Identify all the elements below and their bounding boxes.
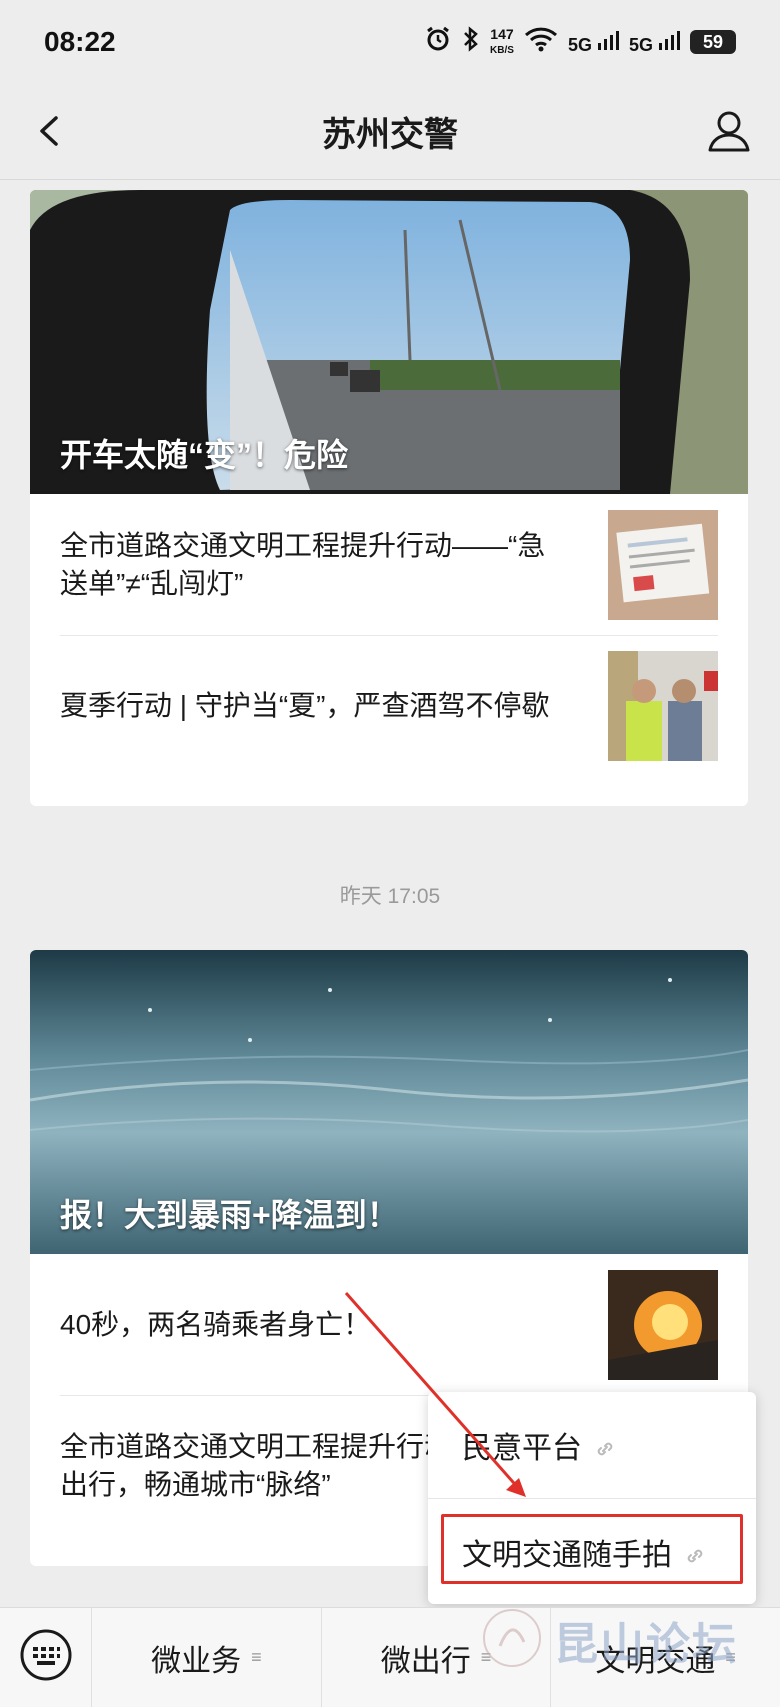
profile-icon[interactable] bbox=[702, 104, 756, 158]
menu-tab-label: 微业务 bbox=[151, 1644, 242, 1678]
timestamp: 昨天 17:05 bbox=[339, 885, 441, 908]
menu-lines-icon: ≡ bbox=[480, 1647, 492, 1667]
menu-lines-icon: ≡ bbox=[725, 1647, 736, 1667]
article-title: 夏季行动 | 守护当“夏”，严查酒驾不停歇 bbox=[60, 690, 550, 721]
highlight-box bbox=[441, 1514, 743, 1584]
menu-tab-business[interactable]: 微业务 ≡ bbox=[92, 1608, 321, 1707]
article-thumbnail bbox=[608, 1269, 718, 1380]
nav-bar: 苏州交警 bbox=[0, 84, 780, 180]
network-speed-value: 147 bbox=[490, 25, 514, 42]
article-title: 40秒，两名骑乘者身亡！ bbox=[60, 1308, 372, 1340]
article-card: 开车太随“变”！危险 全市道路交通文明工程提升行动——“急送单”≠“乱闯灯” 夏… bbox=[30, 190, 748, 806]
list-item[interactable]: 全市道路交通文明工程提升行动——“急送单”≠“乱闯灯” bbox=[60, 494, 718, 635]
article-thumbnail bbox=[608, 509, 718, 620]
page-title: 苏州交警 bbox=[322, 116, 458, 154]
keyboard-icon bbox=[19, 1628, 73, 1687]
list-item[interactable]: 40秒，两名骑乘者身亡！ bbox=[60, 1254, 718, 1395]
menu-item-label: 民意平台 bbox=[462, 1432, 582, 1465]
signal-1-label: 5G bbox=[567, 34, 592, 55]
status-bar: 08:22 147 KB/S 5G 5G 59 bbox=[0, 0, 780, 84]
keyboard-toggle-button[interactable] bbox=[0, 1607, 92, 1707]
menu-tab-label: 微出行 bbox=[380, 1644, 471, 1678]
network-speed-unit: KB/S bbox=[490, 44, 514, 56]
back-arrow-icon[interactable] bbox=[26, 106, 76, 156]
hero-article[interactable]: 开车太随“变”！危险 bbox=[30, 190, 748, 494]
alarm-icon bbox=[424, 25, 452, 59]
bottom-menu: 微业务 ≡ 微出行 ≡ 文明交通 ≡ bbox=[0, 1607, 780, 1707]
signal-2-label: 5G bbox=[628, 34, 653, 55]
battery-indicator: 59 bbox=[690, 30, 736, 54]
menu-item-public-opinion[interactable]: 民意平台 bbox=[428, 1392, 756, 1498]
bluetooth-icon bbox=[462, 25, 480, 59]
hero-title: 报！大到暴雨+降温到！ bbox=[60, 1197, 399, 1233]
status-time: 08:22 bbox=[44, 26, 116, 57]
wifi-icon bbox=[524, 26, 558, 58]
menu-tab-civilized-traffic[interactable]: 文明交通 ≡ bbox=[550, 1607, 780, 1707]
hero-title: 开车太随“变”！危险 bbox=[60, 437, 349, 473]
list-item[interactable]: 夏季行动 | 守护当“夏”，严查酒驾不停歇 bbox=[60, 635, 718, 776]
menu-lines-icon: ≡ bbox=[251, 1647, 262, 1667]
signal-1: 5G bbox=[568, 29, 619, 56]
article-title: 全市道路交通文明工程提升行动——“急送单”≠“乱闯灯” bbox=[60, 529, 546, 599]
status-icons: 147 KB/S 5G 5G 59 bbox=[424, 25, 736, 59]
hero-article[interactable]: 报！大到暴雨+降温到！ bbox=[30, 950, 748, 1254]
link-icon bbox=[594, 1434, 616, 1456]
signal-2: 5G bbox=[629, 29, 680, 56]
network-speed: 147 KB/S bbox=[490, 27, 514, 58]
menu-tab-travel[interactable]: 微出行 ≡ bbox=[320, 1607, 551, 1707]
menu-tab-label: 文明交通 bbox=[595, 1644, 716, 1678]
article-thumbnail bbox=[608, 651, 718, 761]
